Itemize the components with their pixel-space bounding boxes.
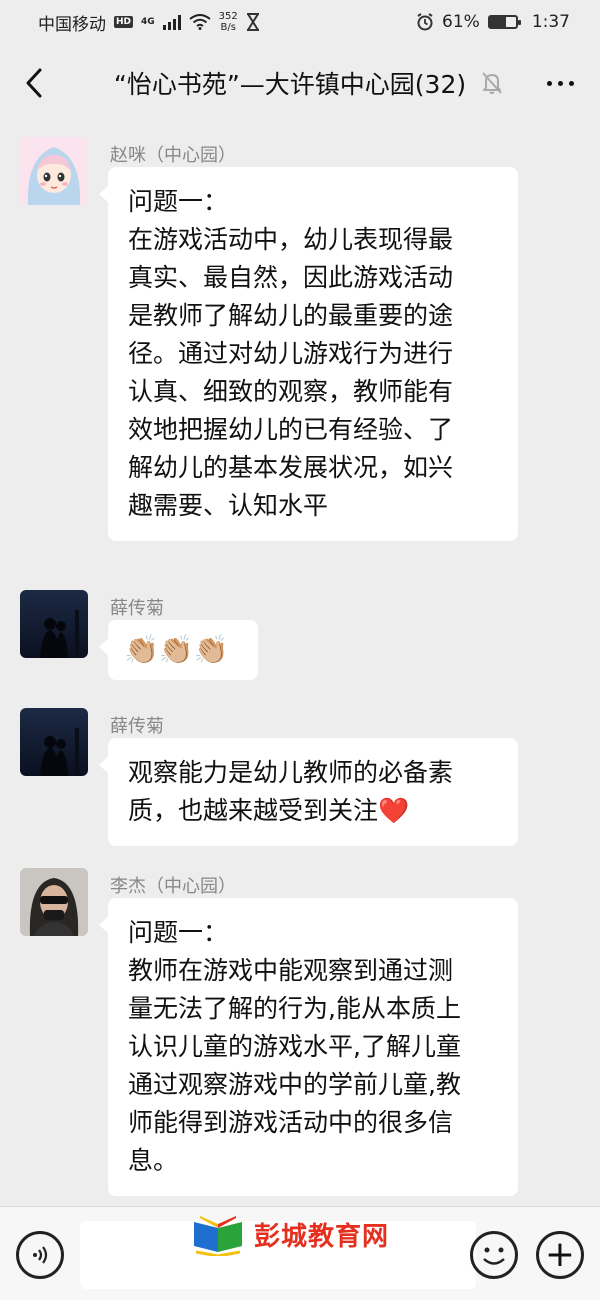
avatar[interactable] — [20, 868, 88, 936]
sender-name: 薛传菊 — [110, 598, 164, 619]
clock-time: 1:37 — [531, 12, 570, 32]
status-right: 61% 1:37 — [416, 12, 570, 32]
speed-value: 352 — [218, 11, 238, 22]
watermark-text: 彭城教育网 — [254, 1221, 390, 1252]
woman-sunglasses-avatar-icon — [20, 868, 88, 936]
cartoon-girl-avatar-icon — [20, 137, 88, 205]
network-speed: 352 B/s — [219, 11, 238, 33]
more-options-button[interactable] — [540, 66, 580, 100]
more-dot-icon — [568, 80, 574, 86]
carrier-name: 中国移动 — [38, 14, 106, 35]
message-text: 问题一： 在游戏活动中，幼儿表现得最 真实、最自然，因此游戏活动 是教师了解幼儿… — [128, 187, 454, 520]
network-type: 4G — [141, 17, 155, 27]
mute-bell-icon — [482, 72, 502, 94]
avatar[interactable] — [20, 708, 88, 776]
book-logo-icon — [194, 1216, 242, 1256]
message-bubble[interactable]: 观察能力是幼儿教师的必备素 质，也越来越受到关注❤️ — [99, 738, 518, 846]
sender-name: 李杰（中心园） — [110, 876, 236, 897]
message-bubble[interactable]: 👏🏼👏🏼👏🏼 — [99, 620, 258, 680]
battery-icon — [487, 15, 521, 29]
more-dot-icon — [557, 80, 563, 86]
emoji-button[interactable] — [470, 1231, 518, 1279]
status-left: 中国移动 HD 4G 352 B/s — [38, 10, 260, 35]
voice-input-button[interactable] — [16, 1231, 64, 1279]
hourglass-icon — [246, 13, 259, 31]
plus-button[interactable]: + — [536, 1231, 584, 1279]
hd-badge: HD — [114, 16, 134, 28]
voice-icon — [33, 1246, 48, 1264]
message-bubble[interactable]: 问题一： 教师在游戏中能观察到通过测 量无法了解的行为,能从本质上 认识儿童的游… — [99, 898, 518, 1196]
signal-icon — [162, 14, 181, 30]
more-dot-icon — [546, 80, 552, 86]
back-button[interactable] — [4, 44, 64, 122]
smiley-icon — [483, 1247, 505, 1265]
sender-name: 赵咪（中心园） — [110, 145, 236, 166]
avatar[interactable] — [20, 590, 88, 658]
battery-fill — [489, 17, 506, 27]
night-silhouette-avatar-icon — [20, 590, 88, 658]
speed-unit: B/s — [220, 22, 236, 33]
avatar[interactable] — [20, 137, 88, 205]
chat-title: “怡心书苑”—大许镇中心园(32) — [113, 70, 467, 99]
message-text: 👏🏼👏🏼👏🏼 — [124, 633, 229, 666]
alarm-icon — [417, 13, 433, 31]
battery-percent: 61% — [442, 12, 480, 32]
watermark: 彭城教育网 — [190, 1212, 389, 1256]
message-text: 观察能力是幼儿教师的必备素 质，也越来越受到关注❤️ — [128, 758, 454, 825]
message-bubble[interactable]: 问题一： 在游戏活动中，幼儿表现得最 真实、最自然，因此游戏活动 是教师了解幼儿… — [99, 167, 518, 541]
nav-bar: “怡心书苑”—大许镇中心园(32) — [0, 44, 600, 122]
message-text: 问题一： 教师在游戏中能观察到通过测 量无法了解的行为,能从本质上 认识儿童的游… — [128, 918, 461, 1175]
status-bar: 中国移动 HD 4G 352 B/s 61% 1:37 — [0, 0, 600, 44]
sender-name: 薛传菊 — [110, 716, 164, 737]
back-arrow-icon — [26, 68, 42, 98]
wifi-icon — [189, 14, 211, 30]
night-silhouette-avatar-icon — [20, 708, 88, 776]
